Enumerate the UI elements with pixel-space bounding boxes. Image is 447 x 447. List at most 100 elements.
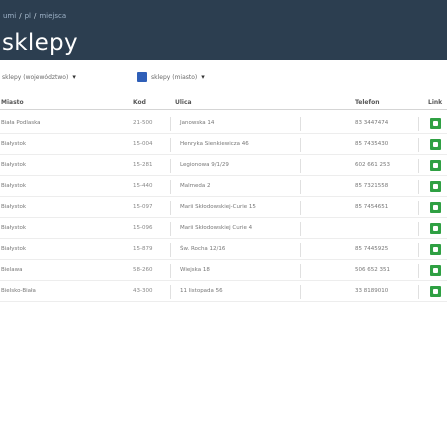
column-divider xyxy=(418,201,419,215)
column-divider xyxy=(418,138,419,152)
column-divider xyxy=(418,222,419,236)
cell-city: Białystok xyxy=(1,204,27,210)
cell-city: Białystok xyxy=(1,183,27,189)
column-divider xyxy=(300,180,301,194)
table-row: Białystok 15-281 Legionowa 9/1/29 602 661 2… xyxy=(0,156,447,176)
cell-street: Malmeda 2 xyxy=(180,183,211,189)
table-row: Białystok 15-004 Henryka Sienkiewicza 46 85… xyxy=(0,135,447,155)
column-divider xyxy=(170,159,171,173)
cell-phone: 85 7435430 xyxy=(355,141,389,147)
chevron-down-icon: ▾ xyxy=(201,73,205,81)
column-divider xyxy=(300,243,301,257)
cell-phone: 85 7445925 xyxy=(355,246,389,252)
cell-city: Białystok xyxy=(1,246,27,252)
cell-phone: 506 652 351 xyxy=(355,267,390,273)
checkbox-icon xyxy=(137,72,147,82)
column-divider xyxy=(170,285,171,299)
column-divider xyxy=(418,117,419,131)
table-row: Białystok 15-096 Marii Skłodowskiej Curie … xyxy=(0,219,447,239)
column-divider xyxy=(300,201,301,215)
cell-code: 15-879 xyxy=(133,246,153,252)
table-row: Biała Podlaska 21-500 Janowska 14 83 344747… xyxy=(0,114,447,134)
column-divider xyxy=(170,117,171,131)
filter-bar: sklepy (województwo) ▾ sklepy (miasto) ▾ xyxy=(0,60,447,92)
column-divider xyxy=(300,285,301,299)
cell-street: Henryka Sienkiewicza 46 xyxy=(180,141,249,147)
open-link-button[interactable] xyxy=(430,160,441,171)
cell-street: Legionowa 9/1/29 xyxy=(180,162,229,168)
table-row: Białystok 15-440 Malmeda 2 85 7321558 xyxy=(0,177,447,197)
column-header-street[interactable]: Ulica xyxy=(175,99,192,106)
cell-street: 11 listopada 56 xyxy=(180,288,223,294)
open-link-button[interactable] xyxy=(430,139,441,150)
column-header-city[interactable]: Miasto xyxy=(1,99,24,106)
column-divider xyxy=(418,243,419,257)
cell-street: Św. Rocha 12/16 xyxy=(180,246,226,252)
cell-street: Wiejska 18 xyxy=(180,267,210,273)
breadcrumb-current[interactable]: miejsca xyxy=(39,12,66,20)
cell-street: Marii Skłodowskiej Curie 4 xyxy=(180,225,253,231)
cell-phone: 83 3447474 xyxy=(355,120,389,126)
cell-phone: 602 661 253 xyxy=(355,162,390,168)
cell-code: 21-500 xyxy=(133,120,153,126)
cell-code: 15-281 xyxy=(133,162,153,168)
table-row: Bielsko-Biała 43-300 11 listopada 56 33 818… xyxy=(0,282,447,302)
cell-city: Bielsko-Biała xyxy=(1,288,36,294)
column-divider xyxy=(170,222,171,236)
column-divider xyxy=(170,243,171,257)
open-link-button[interactable] xyxy=(430,118,441,129)
region-filter-select[interactable]: sklepy (województwo) ▾ xyxy=(2,70,76,84)
cell-code: 15-096 xyxy=(133,225,153,231)
cell-phone: 85 7321558 xyxy=(355,183,389,189)
cell-code: 15-440 xyxy=(133,183,153,189)
breadcrumb: umi / pl / miejsca xyxy=(3,12,67,20)
column-divider xyxy=(418,285,419,299)
open-link-button[interactable] xyxy=(430,223,441,234)
column-divider xyxy=(418,180,419,194)
column-divider xyxy=(418,264,419,278)
column-divider xyxy=(418,159,419,173)
city-filter-label: sklepy (miasto) xyxy=(151,73,198,81)
column-divider xyxy=(170,180,171,194)
table-row: Bielawa 58-260 Wiejska 18 506 652 351 xyxy=(0,261,447,281)
column-divider xyxy=(300,159,301,173)
table-row: Białystok 15-879 Św. Rocha 12/16 85 7445925 xyxy=(0,240,447,260)
open-link-button[interactable] xyxy=(430,181,441,192)
breadcrumb-country[interactable]: pl xyxy=(25,12,31,20)
column-divider xyxy=(170,138,171,152)
city-filter-select[interactable]: sklepy (miasto) ▾ xyxy=(137,70,205,84)
open-link-button[interactable] xyxy=(430,202,441,213)
cell-code: 58-260 xyxy=(133,267,153,273)
cell-code: 43-300 xyxy=(133,288,153,294)
column-header-link: Link xyxy=(428,99,443,106)
cell-city: Bielawa xyxy=(1,267,23,273)
cell-city: Biała Podlaska xyxy=(1,120,41,126)
cell-phone: 85 7454651 xyxy=(355,204,389,210)
table-header: Miasto Kod Ulica Telefon Link xyxy=(0,96,447,110)
cell-code: 15-004 xyxy=(133,141,153,147)
cell-street: Janowska 14 xyxy=(180,120,215,126)
page-header: umi / pl / miejsca sklepy xyxy=(0,0,447,60)
column-header-code[interactable]: Kod xyxy=(133,99,146,106)
table-row: Białystok 15-097 Marii Skłodowskiej-Curie … xyxy=(0,198,447,218)
cell-city: Białystok xyxy=(1,162,27,168)
column-divider xyxy=(170,264,171,278)
cell-city: Białystok xyxy=(1,141,27,147)
open-link-button[interactable] xyxy=(430,286,441,297)
cell-city: Białystok xyxy=(1,225,27,231)
cell-street: Marii Skłodowskiej-Curie 15 xyxy=(180,204,256,210)
page-title: sklepy xyxy=(2,30,78,56)
open-link-button[interactable] xyxy=(430,244,441,255)
column-divider xyxy=(170,201,171,215)
column-divider xyxy=(300,264,301,278)
column-divider xyxy=(300,117,301,131)
column-header-phone[interactable]: Telefon xyxy=(355,99,380,106)
cell-phone: 33 8189010 xyxy=(355,288,389,294)
breadcrumb-home[interactable]: umi xyxy=(3,12,16,20)
column-divider xyxy=(300,138,301,152)
cell-code: 15-097 xyxy=(133,204,153,210)
column-divider xyxy=(300,222,301,236)
region-filter-label: sklepy (województwo) xyxy=(2,73,69,81)
open-link-button[interactable] xyxy=(430,265,441,276)
chevron-down-icon: ▾ xyxy=(72,73,76,81)
